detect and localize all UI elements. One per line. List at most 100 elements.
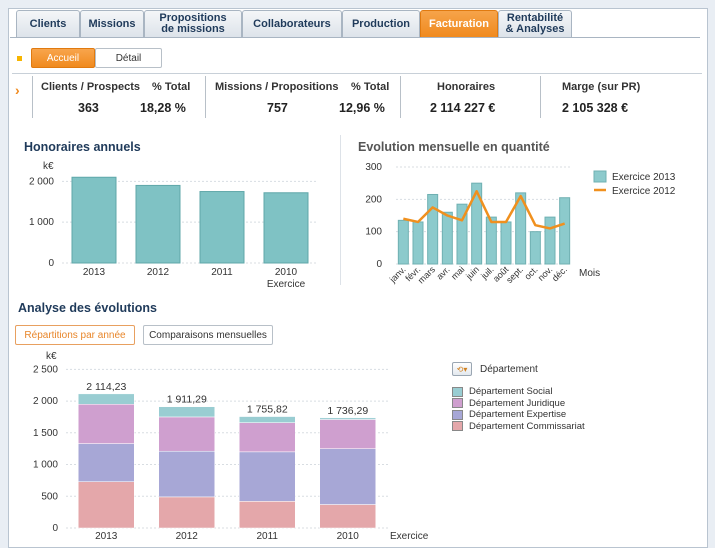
bar bbox=[135, 184, 181, 264]
bar bbox=[529, 231, 541, 265]
kpi-marge-value: 2 105 328 € bbox=[562, 101, 629, 115]
legend-label: Exercice 2012 bbox=[612, 186, 676, 197]
bar-segment bbox=[158, 406, 215, 418]
tab-rentabilite[interactable]: Rentabilité & Analyses bbox=[498, 10, 572, 37]
bar bbox=[397, 219, 409, 265]
bar bbox=[199, 191, 245, 264]
bar bbox=[412, 221, 424, 265]
x-tick-label: 2011 bbox=[211, 267, 233, 278]
bar-segment bbox=[78, 481, 135, 529]
section-title-annual: Honoraires annuels bbox=[24, 140, 141, 154]
kpi-missions-value: 757 bbox=[267, 101, 288, 115]
tab-underline bbox=[10, 37, 700, 38]
kpi-missions-label: Missions / Propositions bbox=[215, 81, 339, 93]
y-tick-label: 1 000 bbox=[33, 460, 58, 471]
repartitions-button[interactable]: Répartitions par année bbox=[15, 325, 135, 345]
x-tick-label: 2011 bbox=[256, 531, 278, 541]
comparaisons-button[interactable]: Comparaisons mensuelles bbox=[143, 325, 273, 345]
legend-label: Département Juridique bbox=[469, 397, 566, 409]
kpi-honoraires-value: 2 114 227 € bbox=[430, 101, 496, 115]
x-tick-label: mai bbox=[449, 264, 466, 281]
tab-clients[interactable]: Clients bbox=[16, 10, 80, 37]
y-tick-label: 200 bbox=[365, 194, 382, 205]
y-tick-label: 500 bbox=[41, 491, 58, 502]
department-filter-icon[interactable]: ⟲▾ bbox=[452, 362, 472, 376]
subtab-detail[interactable]: Détail bbox=[95, 48, 162, 68]
x-tick-label: déc. bbox=[550, 264, 569, 283]
legend-title: Département bbox=[480, 364, 538, 375]
y-tick-label: 2 500 bbox=[33, 364, 58, 375]
legend-item: Département Social bbox=[452, 386, 585, 398]
tab-facturation[interactable]: Facturation bbox=[420, 10, 498, 37]
bar-segment bbox=[78, 443, 135, 482]
x-tick-label: 2012 bbox=[147, 267, 170, 278]
total-label: 2 114,23 bbox=[86, 381, 126, 393]
bar bbox=[544, 216, 556, 265]
kpi-sep bbox=[540, 76, 541, 118]
kpi-sep bbox=[400, 76, 401, 118]
bar bbox=[485, 216, 497, 265]
annual-chart: k€ 0 1 000 2 000 2013 2012 2011 2010Exercice bbox=[29, 161, 318, 290]
y-unit-label: k€ bbox=[46, 351, 57, 362]
section-marker bbox=[17, 56, 22, 61]
tab-collaborateurs[interactable]: Collaborateurs bbox=[242, 10, 342, 37]
bar bbox=[71, 176, 117, 264]
section-title-monthly: Evolution mensuelle en quantité bbox=[358, 140, 550, 154]
legend-swatch bbox=[452, 398, 463, 409]
y-tick-label: 2 000 bbox=[33, 396, 58, 407]
subtab-accueil[interactable]: Accueil bbox=[31, 48, 95, 68]
stacked-legend: Département Social Département Juridique D… bbox=[452, 386, 585, 432]
kpi-pct2-label: % Total bbox=[351, 81, 390, 93]
legend-item: Département Commissariat bbox=[452, 421, 585, 433]
kpi-sep bbox=[32, 76, 33, 118]
legend-swatch bbox=[452, 386, 463, 397]
main-tabs: Clients Missions Propositions de mission… bbox=[10, 10, 700, 38]
bar-segment bbox=[319, 504, 376, 529]
bar-segment bbox=[319, 419, 376, 449]
legend-label: Département Commissariat bbox=[469, 420, 585, 432]
bar-segment bbox=[239, 451, 296, 502]
bar-segment bbox=[319, 417, 376, 420]
y-tick-label: 0 bbox=[52, 523, 58, 534]
x-tick-label: 2010 bbox=[275, 267, 298, 278]
bar-segment bbox=[158, 496, 215, 529]
x-tick-label: 2012 bbox=[176, 531, 199, 541]
section-title-analysis: Analyse des évolutions bbox=[18, 301, 157, 315]
bar bbox=[559, 197, 571, 265]
kpi-marge-label: Marge (sur PR) bbox=[562, 81, 641, 93]
y-tick-label: 0 bbox=[376, 259, 382, 270]
kpi-honoraires-label: Honoraires bbox=[437, 81, 496, 93]
y-tick-label: 2 000 bbox=[29, 176, 54, 187]
kpi-arrow-icon: › bbox=[15, 82, 20, 98]
x-tick-label: 2013 bbox=[95, 531, 118, 541]
bar-segment bbox=[78, 393, 135, 405]
bar-segment bbox=[158, 416, 215, 452]
kpi-pct1-label: % Total bbox=[152, 81, 191, 93]
total-label: 1 911,29 bbox=[167, 394, 207, 406]
bar bbox=[500, 221, 512, 265]
bar bbox=[441, 211, 453, 265]
bar-segment bbox=[319, 448, 376, 505]
x-tick-label: 2010 bbox=[337, 531, 360, 541]
kpi-pct1-value: 18,28 % bbox=[140, 101, 186, 115]
bar-segment bbox=[239, 422, 296, 453]
chart-divider bbox=[340, 135, 341, 285]
x-tick-label: oct. bbox=[522, 264, 539, 281]
bar-segment bbox=[239, 501, 296, 529]
total-label: 1 755,82 bbox=[247, 404, 288, 416]
monthly-chart: 0100200300janv.févr.marsavr.maijuinjuil.… bbox=[365, 162, 676, 286]
kpi-clients-label: Clients / Prospects bbox=[41, 81, 141, 93]
legend-label: Département Social bbox=[469, 386, 553, 398]
legend-label: Exercice 2013 bbox=[612, 172, 676, 183]
y-tick-label: 1 500 bbox=[33, 428, 58, 439]
tab-missions[interactable]: Missions bbox=[80, 10, 144, 37]
legend-swatch bbox=[452, 409, 463, 420]
tab-propositions[interactable]: Propositions de missions bbox=[144, 10, 242, 37]
kpi-sep bbox=[205, 76, 206, 118]
legend-swatch bbox=[452, 421, 463, 432]
bar-segment bbox=[158, 450, 215, 498]
x-tick-label: juin bbox=[463, 264, 481, 282]
bar-segment bbox=[78, 404, 135, 444]
tab-production[interactable]: Production bbox=[342, 10, 420, 37]
kpi-pct2-value: 12,96 % bbox=[339, 101, 385, 115]
